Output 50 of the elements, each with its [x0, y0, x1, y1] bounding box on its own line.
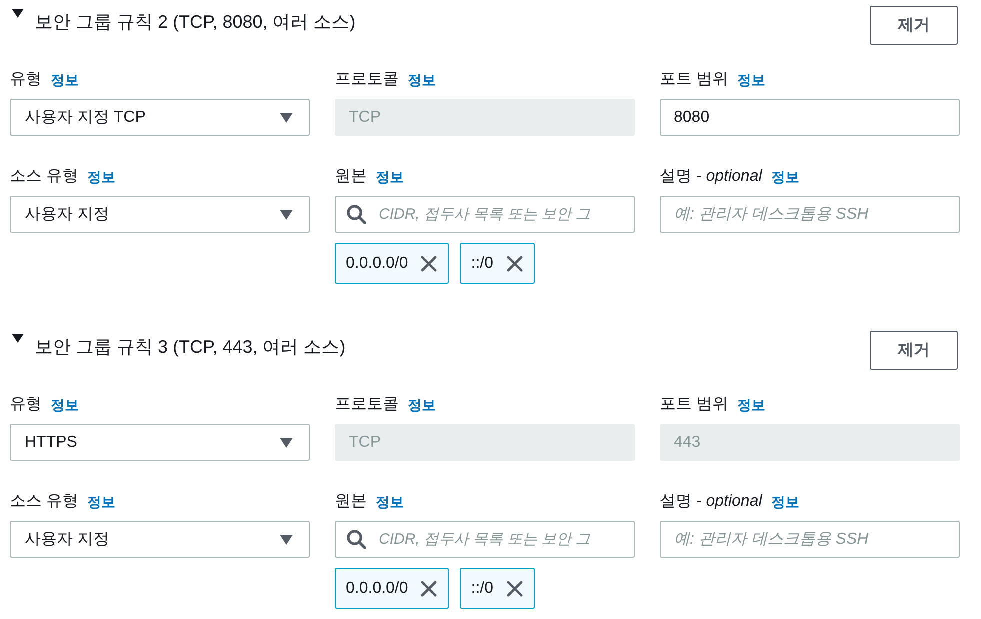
caret-down-icon — [280, 210, 293, 220]
text-field[interactable]: 예: 관리자 데스크톱용 SSH — [660, 196, 960, 233]
field-label: 원본 — [335, 492, 367, 512]
info-link[interactable]: 정보 — [51, 395, 79, 415]
dropdown[interactable]: HTTPS — [10, 424, 310, 461]
caret-icon[interactable] — [12, 9, 24, 18]
token-label: 0.0.0.0/0 — [346, 580, 408, 598]
caret-icon[interactable] — [12, 334, 24, 343]
field-label: 포트 범위 — [660, 70, 728, 90]
field-label: 유형 — [10, 70, 42, 90]
text-field[interactable]: 예: 관리자 데스크톱용 SSH — [660, 521, 960, 558]
info-link[interactable]: 정보 — [51, 70, 79, 90]
info-link[interactable]: 정보 — [87, 167, 116, 187]
token-label: ::/0 — [471, 580, 494, 598]
info-link[interactable]: 정보 — [737, 70, 766, 90]
field-label: 소스 유형 — [10, 167, 78, 187]
caret-down-icon — [280, 112, 293, 122]
field-label: 포트 범위 — [660, 395, 728, 415]
caret-down-icon — [280, 534, 293, 544]
info-link[interactable]: 정보 — [376, 167, 404, 187]
field-label: 설명 - optional — [660, 167, 762, 187]
search-icon — [347, 530, 366, 549]
caret-down-icon — [280, 438, 293, 448]
info-link[interactable]: 정보 — [771, 492, 800, 512]
remove-button[interactable]: 제거 — [870, 6, 958, 45]
text-field[interactable]: 8080 — [660, 99, 960, 136]
field-label: 프로토콜 — [335, 70, 399, 90]
token-label: ::/0 — [471, 254, 494, 272]
field-label: 프로토콜 — [335, 395, 399, 415]
search-field[interactable]: CIDR, 접두사 목록 또는 보안 그 — [335, 521, 635, 558]
close-icon[interactable] — [506, 580, 523, 596]
search-field[interactable]: CIDR, 접두사 목록 또는 보안 그 — [335, 196, 635, 233]
dropdown[interactable]: 사용자 지정 — [10, 521, 310, 558]
dropdown[interactable]: 사용자 지정 — [10, 196, 310, 233]
field-label: 유형 — [10, 395, 42, 415]
close-icon[interactable] — [421, 256, 438, 272]
token-label: 0.0.0.0/0 — [346, 254, 408, 272]
close-icon[interactable] — [506, 256, 523, 272]
search-icon — [347, 205, 366, 224]
info-link[interactable]: 정보 — [376, 492, 404, 512]
info-link[interactable]: 정보 — [771, 167, 800, 187]
info-link[interactable]: 정보 — [87, 492, 116, 512]
close-icon[interactable] — [421, 580, 438, 596]
dropdown[interactable]: 사용자 지정 TCP — [10, 99, 310, 136]
section-title: 보안 그룹 규칙 2 (TCP, 8080, 여러 소스) — [35, 11, 356, 34]
field-label: 소스 유형 — [10, 492, 78, 512]
field-label: 설명 - optional — [660, 492, 762, 512]
section-title: 보안 그룹 규칙 3 (TCP, 443, 여러 소스) — [35, 336, 346, 359]
field-label: 원본 — [335, 167, 367, 187]
remove-button[interactable]: 제거 — [870, 331, 958, 370]
